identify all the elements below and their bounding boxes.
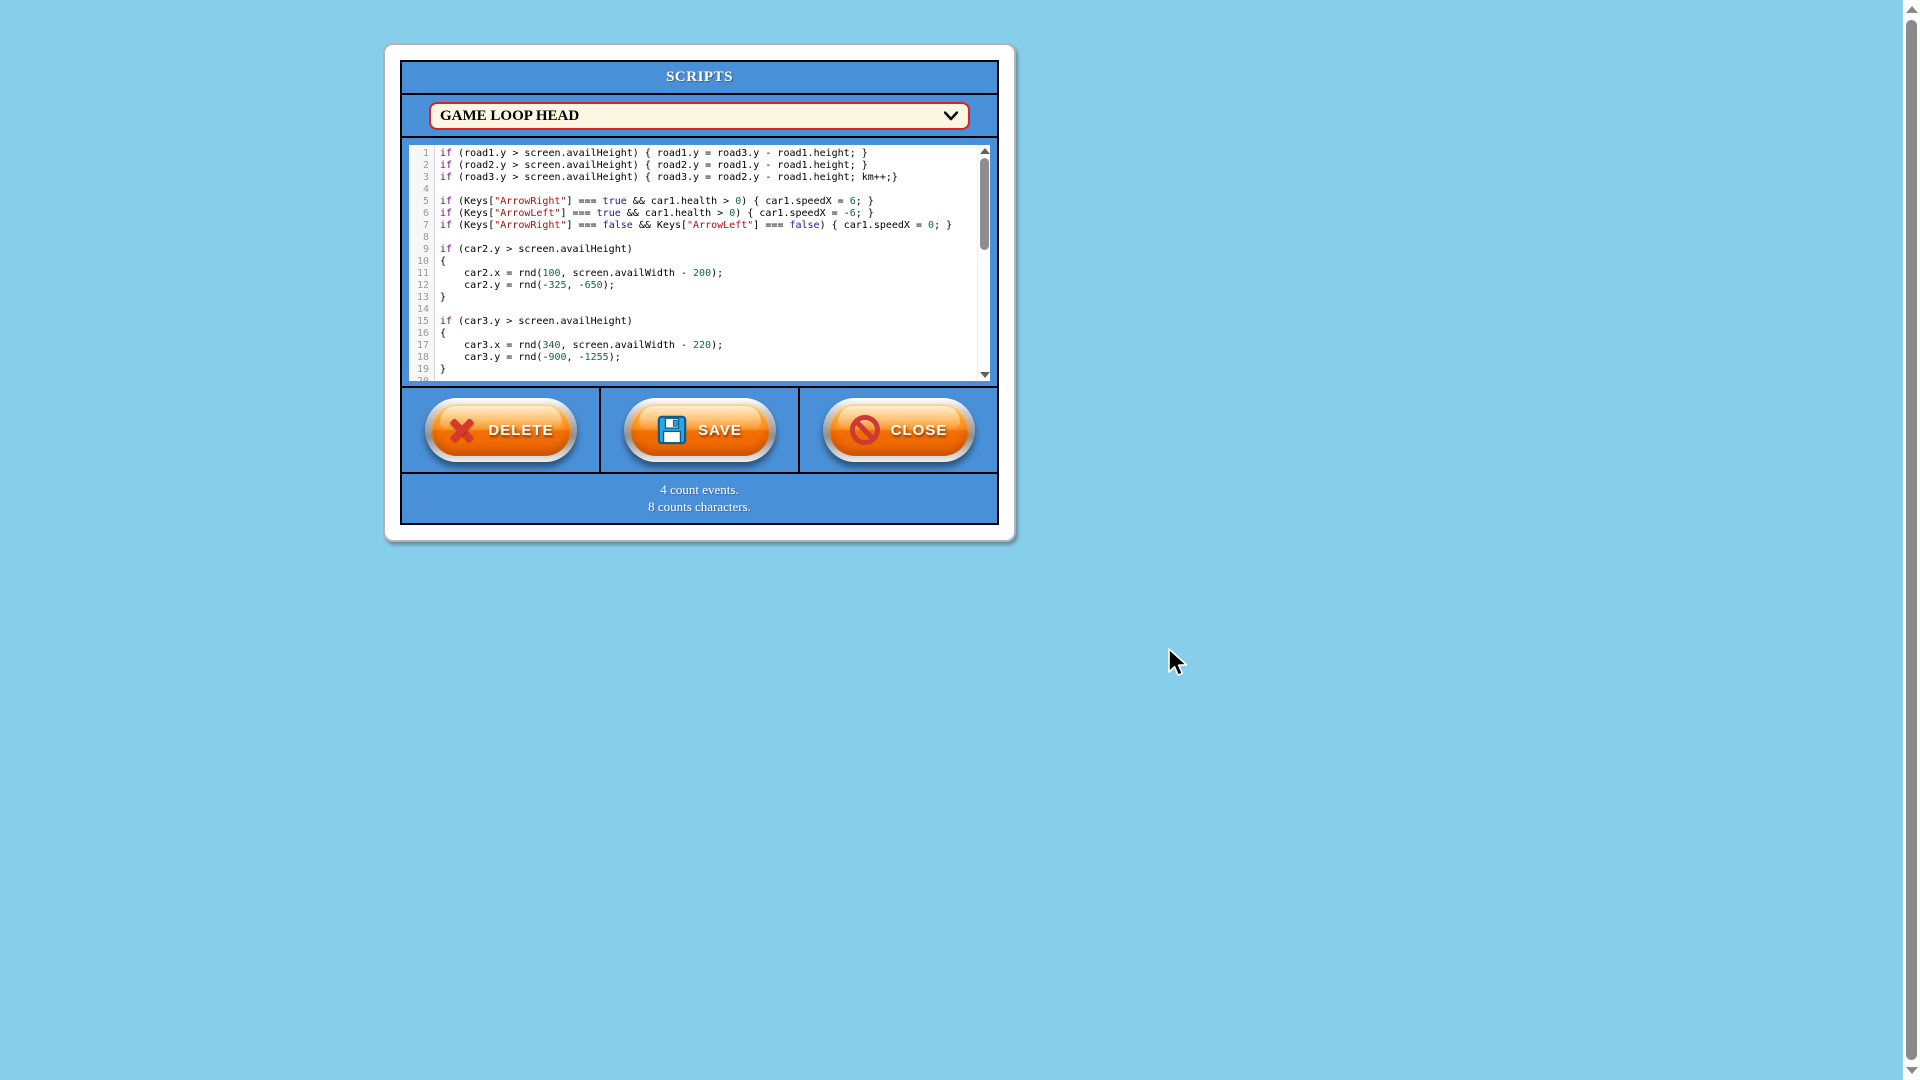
line-number: 10 <box>413 256 429 268</box>
code-line <box>440 304 990 316</box>
line-number: 20 <box>413 376 429 381</box>
script-selector-row: GAME LOOP HEAD <box>402 95 997 138</box>
code-line: } <box>440 364 990 376</box>
code-line: car2.x = rnd(100, screen.availWidth - 20… <box>440 268 990 280</box>
editor-scroll-down-icon[interactable] <box>980 372 990 378</box>
code-line: if (road2.y > screen.availHeight) { road… <box>440 160 990 172</box>
line-number: 14 <box>413 304 429 316</box>
x-icon <box>447 415 477 445</box>
save-button-cell: SAVE <box>599 388 798 472</box>
browser-scrollbar-thumb[interactable] <box>1906 20 1917 1060</box>
code-line: { <box>440 256 990 268</box>
code-line <box>440 184 990 196</box>
code-line: if (Keys["ArrowRight"] === false && Keys… <box>440 220 990 232</box>
line-number: 5 <box>413 196 429 208</box>
code-line: if (road3.y > screen.availHeight) { road… <box>440 172 990 184</box>
code-line: car3.x = rnd(340, screen.availWidth - 22… <box>440 340 990 352</box>
line-number: 15 <box>413 316 429 328</box>
editor-scrollbar-thumb[interactable] <box>980 158 989 250</box>
script-select[interactable]: GAME LOOP HEAD <box>429 102 970 130</box>
scripts-panel: SCRIPTS GAME LOOP HEAD 12345678910111213… <box>400 60 999 525</box>
line-number: 8 <box>413 232 429 244</box>
status-line-1: 4 count events. <box>660 482 738 498</box>
button-row: DELETE SAV <box>402 388 997 474</box>
code-line <box>440 376 990 381</box>
line-number: 4 <box>413 184 429 196</box>
close-button-label: CLOSE <box>891 422 948 439</box>
code-editor[interactable]: 1234567891011121314151617181920 if (road… <box>409 145 990 381</box>
line-number: 16 <box>413 328 429 340</box>
code-line: { <box>440 328 990 340</box>
status-line-2: 8 counts characters. <box>648 499 751 515</box>
code-lines[interactable]: if (road1.y > screen.availHeight) { road… <box>435 145 990 381</box>
code-line: car3.y = rnd(-900, -1255); <box>440 352 990 364</box>
floppy-disk-icon <box>657 415 687 445</box>
line-number: 3 <box>413 172 429 184</box>
line-number: 11 <box>413 268 429 280</box>
code-line <box>440 232 990 244</box>
scripts-dialog: SCRIPTS GAME LOOP HEAD 12345678910111213… <box>383 43 1016 542</box>
save-button-label: SAVE <box>698 422 742 439</box>
editor-scroll-up-icon[interactable] <box>980 148 990 154</box>
line-number: 9 <box>413 244 429 256</box>
line-number: 2 <box>413 160 429 172</box>
delete-button[interactable]: DELETE <box>425 398 577 462</box>
scroll-down-icon[interactable] <box>1906 1067 1918 1074</box>
line-number: 17 <box>413 340 429 352</box>
close-button-cell: CLOSE <box>798 388 997 472</box>
mouse-cursor <box>1167 648 1191 683</box>
editor-scrollbar[interactable] <box>977 145 990 381</box>
code-line: if (car3.y > screen.availHeight) <box>440 316 990 328</box>
dialog-title: SCRIPTS <box>666 69 733 86</box>
code-gutter: 1234567891011121314151617181920 <box>409 145 435 381</box>
dialog-header: SCRIPTS <box>402 62 997 95</box>
line-number: 7 <box>413 220 429 232</box>
code-line: if (car2.y > screen.availHeight) <box>440 244 990 256</box>
line-number: 12 <box>413 280 429 292</box>
line-number: 13 <box>413 292 429 304</box>
code-line: } <box>440 292 990 304</box>
line-number: 18 <box>413 352 429 364</box>
scroll-up-icon[interactable] <box>1906 6 1918 13</box>
code-line: if (road1.y > screen.availHeight) { road… <box>440 148 990 160</box>
code-editor-row: 1234567891011121314151617181920 if (road… <box>402 138 997 388</box>
status-bar: 4 count events. 8 counts characters. <box>402 474 997 523</box>
browser-scrollbar[interactable] <box>1903 0 1920 1080</box>
code-line: if (Keys["ArrowRight"] === true && car1.… <box>440 196 990 208</box>
line-number: 6 <box>413 208 429 220</box>
prohibition-icon <box>850 415 880 445</box>
page-background: { "colors": { "page_background": "#87CEE… <box>0 0 1920 1080</box>
code-line: if (Keys["ArrowLeft"] === true && car1.h… <box>440 208 990 220</box>
code-line: car2.y = rnd(-325, -650); <box>440 280 990 292</box>
delete-button-cell: DELETE <box>402 388 599 472</box>
line-number: 1 <box>413 148 429 160</box>
delete-button-label: DELETE <box>488 422 553 439</box>
save-button[interactable]: SAVE <box>624 398 776 462</box>
line-number: 19 <box>413 364 429 376</box>
close-button[interactable]: CLOSE <box>823 398 975 462</box>
